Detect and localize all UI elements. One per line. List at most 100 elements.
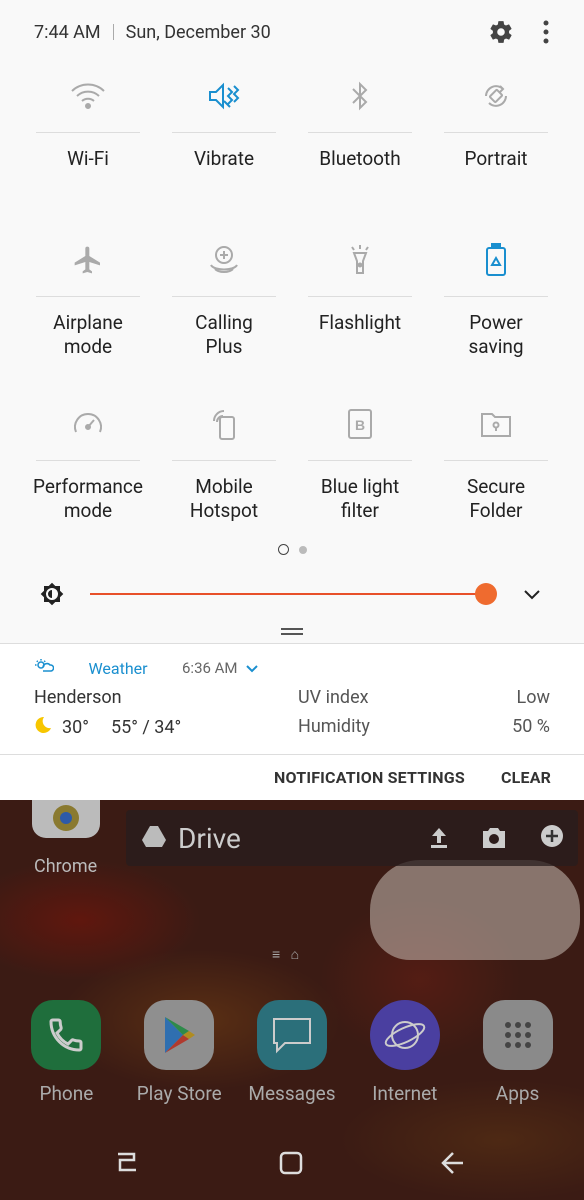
app-label: Messages bbox=[248, 1082, 336, 1105]
settings-gear-icon[interactable] bbox=[488, 19, 514, 45]
separator bbox=[112, 24, 114, 40]
notification-app-name: Weather bbox=[88, 658, 148, 678]
chrome-label: Chrome bbox=[34, 856, 98, 877]
vibrate-icon bbox=[207, 81, 241, 115]
brightness-icon bbox=[40, 582, 64, 610]
app-label: Internet bbox=[372, 1082, 438, 1105]
internet-icon bbox=[369, 1000, 440, 1070]
camera-icon[interactable] bbox=[482, 822, 506, 855]
svg-text:B: B bbox=[355, 417, 365, 433]
expand-chevron-icon[interactable] bbox=[245, 659, 258, 678]
quick-settings-grid: Wi-Fi Vibrate Bluetooth Portrait Airplan… bbox=[20, 64, 564, 556]
secure-folder-icon bbox=[479, 409, 513, 443]
tile-bluetooth[interactable]: Bluetooth bbox=[292, 64, 428, 228]
notification-actions: NOTIFICATION SETTINGS CLEAR bbox=[0, 754, 584, 800]
app-phone[interactable]: Phone bbox=[10, 1000, 122, 1105]
tile-mobile-hotspot[interactable]: Mobile Hotspot bbox=[156, 392, 292, 556]
drive-label: Drive bbox=[178, 821, 241, 855]
battery-recycle-icon bbox=[484, 243, 508, 281]
page-dot bbox=[298, 545, 307, 554]
tile-label: Blue light filter bbox=[320, 475, 400, 522]
uv-index-value: Low bbox=[516, 687, 551, 708]
tile-vibrate[interactable]: Vibrate bbox=[156, 64, 292, 228]
tile-power-saving[interactable]: Power saving bbox=[428, 228, 564, 392]
page-dot-active bbox=[277, 544, 289, 555]
notification-time: 6:36 AM bbox=[182, 659, 238, 677]
app-dock: Phone Play Store Messages Internet Apps bbox=[0, 1000, 584, 1105]
status-bar: 7:44 AM Sun, December 30 bbox=[0, 0, 584, 64]
chevron-down-icon[interactable] bbox=[522, 584, 542, 608]
drag-handle[interactable] bbox=[281, 628, 303, 638]
quick-panel: 7:44 AM Sun, December 30 Wi-Fi Vibrate B… bbox=[0, 0, 584, 643]
tile-airplane-mode[interactable]: Airplane mode bbox=[20, 228, 156, 392]
tile-blue-light-filter[interactable]: B Blue light filter bbox=[292, 392, 428, 556]
brightness-slider-thumb[interactable] bbox=[475, 583, 497, 605]
phone-icon bbox=[31, 1000, 102, 1070]
clear-button[interactable]: CLEAR bbox=[501, 768, 551, 787]
tile-label: Wi-Fi bbox=[67, 147, 109, 170]
apps-grid-icon bbox=[482, 1000, 553, 1070]
tile-wifi[interactable]: Wi-Fi bbox=[20, 64, 156, 228]
weather-location: Henderson bbox=[34, 687, 122, 708]
back-icon[interactable] bbox=[440, 1150, 466, 1180]
tile-portrait[interactable]: Portrait bbox=[428, 64, 564, 228]
app-label: Phone bbox=[39, 1082, 94, 1105]
tile-label: Mobile Hotspot bbox=[189, 475, 259, 522]
app-messages[interactable]: Messages bbox=[236, 1000, 348, 1105]
app-internet[interactable]: Internet bbox=[349, 1000, 461, 1105]
gauge-icon bbox=[71, 408, 105, 444]
tile-label: Flashlight bbox=[318, 311, 402, 334]
hotspot-icon bbox=[208, 407, 240, 445]
tile-label: Vibrate bbox=[193, 147, 255, 170]
add-icon[interactable] bbox=[540, 822, 564, 855]
drive-icon bbox=[142, 822, 166, 855]
weather-icon bbox=[34, 658, 55, 678]
rotate-icon bbox=[480, 80, 512, 116]
tile-label: Secure Folder bbox=[466, 475, 526, 522]
home-button-icon[interactable] bbox=[278, 1150, 304, 1180]
recents-icon[interactable] bbox=[114, 1150, 140, 1180]
messages-icon bbox=[256, 1000, 327, 1070]
current-temperature: 30° bbox=[62, 717, 89, 738]
bluetooth-icon bbox=[349, 81, 371, 115]
navigation-bar bbox=[0, 1130, 584, 1200]
wifi-icon bbox=[70, 81, 106, 115]
drive-widget[interactable]: Drive bbox=[126, 810, 578, 866]
wallpaper-cat-paws bbox=[370, 860, 580, 960]
airplane-icon bbox=[72, 244, 104, 280]
humidity-label: Humidity bbox=[298, 716, 370, 737]
brightness-control bbox=[0, 578, 584, 610]
page-indicator bbox=[0, 544, 584, 555]
chrome-app-icon[interactable] bbox=[32, 800, 100, 838]
tile-label: Power saving bbox=[468, 311, 524, 358]
blue-light-icon: B bbox=[347, 408, 373, 444]
tile-performance-mode[interactable]: Performance mode bbox=[20, 392, 156, 556]
more-options-icon[interactable] bbox=[542, 19, 550, 45]
tile-label: Performance mode bbox=[33, 475, 143, 522]
app-apps[interactable]: Apps bbox=[462, 1000, 574, 1105]
weather-notification[interactable]: Weather 6:36 AM Henderson UV index Low 3… bbox=[0, 643, 584, 754]
moon-icon bbox=[34, 716, 52, 739]
date: Sun, December 30 bbox=[125, 21, 271, 43]
app-play-store[interactable]: Play Store bbox=[123, 1000, 235, 1105]
brightness-slider-track[interactable] bbox=[90, 593, 486, 595]
temperature-range: 55° / 34° bbox=[110, 717, 182, 738]
tile-label: Calling Plus bbox=[195, 311, 253, 358]
tile-label: Airplane mode bbox=[53, 311, 123, 358]
tile-secure-folder[interactable]: Secure Folder bbox=[428, 392, 564, 556]
upload-icon[interactable] bbox=[430, 822, 448, 855]
tile-label: Portrait bbox=[464, 147, 528, 170]
flashlight-icon bbox=[346, 243, 374, 281]
app-label: Play Store bbox=[136, 1082, 222, 1105]
uv-index-label: UV index bbox=[298, 687, 369, 708]
app-label: Apps bbox=[495, 1082, 540, 1105]
calling-plus-icon bbox=[207, 243, 241, 281]
home-page-indicator: ≡ ⌂ bbox=[272, 947, 300, 963]
notification-settings-button[interactable]: NOTIFICATION SETTINGS bbox=[274, 768, 465, 787]
humidity-value: 50 % bbox=[512, 716, 550, 737]
home-screen: Chrome Drive ≡ ⌂ Phone Play Store Messag… bbox=[0, 800, 584, 1200]
tile-flashlight[interactable]: Flashlight bbox=[292, 228, 428, 392]
play-store-icon bbox=[144, 1000, 215, 1070]
tile-label: Bluetooth bbox=[319, 147, 401, 170]
tile-calling-plus[interactable]: Calling Plus bbox=[156, 228, 292, 392]
